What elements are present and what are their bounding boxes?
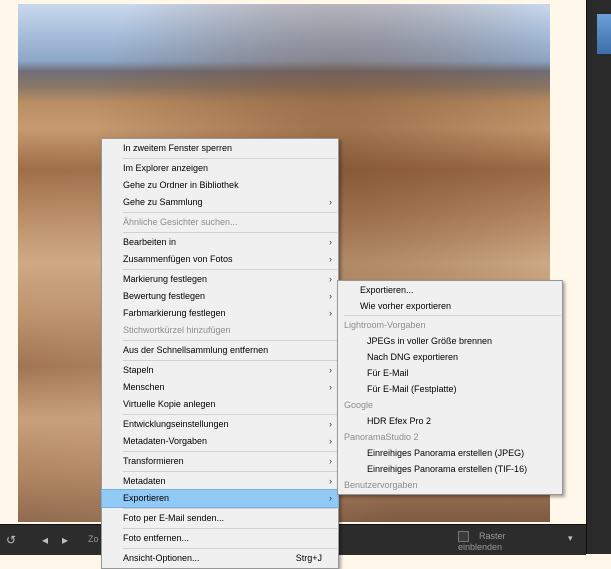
- chevron-down-icon[interactable]: ▾: [568, 533, 573, 544]
- chevron-right-icon: ›: [329, 476, 332, 486]
- menu-item-label: Gehe zu Sammlung: [123, 197, 203, 207]
- arrow-left-icon[interactable]: ◂: [42, 533, 48, 547]
- menu-item-label: Zusammenfügen von Fotos: [123, 254, 233, 264]
- menu-separator: [123, 414, 337, 415]
- submenu-group-header: Lightroom-Vorgaben: [344, 320, 426, 330]
- submenu-item[interactable]: Für E-Mail (Festplatte): [338, 381, 562, 397]
- submenu-item[interactable]: Für E-Mail: [338, 365, 562, 381]
- menu-item: Ähnliche Gesichter suchen...: [102, 214, 338, 231]
- submenu-item[interactable]: HDR Efex Pro 2: [338, 413, 562, 429]
- menu-item-label: Ansicht-Optionen...: [123, 553, 200, 563]
- menu-item[interactable]: In zweitem Fenster sperren: [102, 140, 338, 157]
- menu-item-label: Stichwortkürzel hinzufügen: [123, 325, 231, 335]
- grid-toggle[interactable]: Raster einblenden: [458, 531, 548, 552]
- chevron-right-icon: ›: [329, 419, 332, 429]
- menu-separator: [123, 451, 337, 452]
- menu-item-label: Menschen: [123, 382, 165, 392]
- submenu-item[interactable]: Einreihiges Panorama erstellen (TIF-16): [338, 461, 562, 477]
- menu-item[interactable]: Transformieren ›: [102, 453, 338, 470]
- menu-item[interactable]: Foto entfernen...: [102, 530, 338, 547]
- chevron-right-icon: ›: [329, 436, 332, 446]
- chevron-right-icon: ›: [329, 197, 332, 207]
- menu-separator: [123, 232, 337, 233]
- grid-checkbox[interactable]: [458, 531, 469, 543]
- menu-item-label: Ähnliche Gesichter suchen...: [123, 217, 238, 227]
- menu-item-label: Metadaten: [123, 476, 166, 486]
- rotate-icon[interactable]: ↺: [6, 533, 16, 547]
- chevron-right-icon: ›: [329, 456, 332, 466]
- menu-separator: [123, 360, 337, 361]
- chevron-right-icon: ›: [329, 291, 332, 301]
- submenu-item[interactable]: Exportieren...: [338, 282, 562, 298]
- chevron-right-icon: ›: [329, 493, 332, 503]
- submenu-item[interactable]: Wie vorher exportieren: [338, 298, 562, 314]
- zoom-label: Zo: [88, 534, 99, 544]
- menu-item-label: Aus der Schnellsammlung entfernen: [123, 345, 269, 355]
- menu-item-shortcut: Strg+J: [295, 553, 322, 563]
- menu-item-label: Exportieren: [123, 493, 170, 503]
- menu-item[interactable]: Bewertung festlegen ›: [102, 288, 338, 305]
- menu-separator: [123, 508, 337, 509]
- menu-item[interactable]: Farbmarkierung festlegen ›: [102, 305, 338, 322]
- menu-item[interactable]: Bearbeiten in ›: [102, 234, 338, 251]
- menu-item-label: Bearbeiten in: [123, 237, 177, 247]
- navigator-thumbnail[interactable]: [597, 14, 611, 54]
- submenu-item[interactable]: Nach DNG exportieren: [338, 349, 562, 365]
- menu-item: Stichwortkürzel hinzufügen: [102, 322, 338, 339]
- menu-item[interactable]: Metadaten ›: [102, 473, 338, 490]
- menu-item[interactable]: Zusammenfügen von Fotos ›: [102, 251, 338, 268]
- chevron-right-icon: ›: [329, 382, 332, 392]
- menu-item[interactable]: Gehe zu Sammlung ›: [102, 194, 338, 211]
- menu-item[interactable]: Menschen ›: [102, 379, 338, 396]
- menu-item-label: Markierung festlegen: [123, 274, 208, 284]
- menu-item[interactable]: Aus der Schnellsammlung entfernen: [102, 342, 338, 359]
- arrow-right-icon[interactable]: ▸: [62, 533, 68, 547]
- menu-item-label: Bewertung festlegen: [123, 291, 206, 301]
- chevron-right-icon: ›: [329, 365, 332, 375]
- menu-item-label: Foto entfernen...: [123, 533, 190, 543]
- chevron-right-icon: ›: [329, 274, 332, 284]
- menu-item-label: Stapeln: [123, 365, 154, 375]
- menu-item-label: Virtuelle Kopie anlegen: [123, 399, 216, 409]
- menu-item[interactable]: Foto per E-Mail senden...: [102, 510, 338, 527]
- menu-item[interactable]: Metadaten-Vorgaben ›: [102, 433, 338, 450]
- menu-item-label: In zweitem Fenster sperren: [123, 143, 233, 153]
- menu-item[interactable]: Virtuelle Kopie anlegen: [102, 396, 338, 413]
- menu-item-label: Entwicklungseinstellungen: [123, 419, 229, 429]
- menu-item-label: Gehe zu Ordner in Bibliothek: [123, 180, 239, 190]
- menu-item-label: Foto per E-Mail senden...: [123, 513, 225, 523]
- menu-item[interactable]: Exportieren ›: [101, 489, 339, 508]
- menu-item-label: Metadaten-Vorgaben: [123, 436, 208, 446]
- menu-item-label: Farbmarkierung festlegen: [123, 308, 226, 318]
- menu-item[interactable]: Im Explorer anzeigen: [102, 160, 338, 177]
- chevron-right-icon: ›: [329, 254, 332, 264]
- chevron-right-icon: ›: [329, 237, 332, 247]
- submenu-group-header: Google: [344, 400, 374, 410]
- menu-separator: [123, 528, 337, 529]
- right-panel: [586, 0, 611, 554]
- context-menu: In zweitem Fenster sperren Im Explorer an…: [101, 138, 339, 569]
- submenu-item[interactable]: Einreihiges Panorama erstellen (JPEG): [338, 445, 562, 461]
- menu-item[interactable]: Ansicht-Optionen... Strg+J: [102, 550, 338, 567]
- submenu-group-header: Benutzervorgaben: [344, 480, 418, 490]
- menu-item-label: Im Explorer anzeigen: [123, 163, 209, 173]
- menu-separator: [123, 471, 337, 472]
- menu-item[interactable]: Gehe zu Ordner in Bibliothek: [102, 177, 338, 194]
- menu-separator: [123, 548, 337, 549]
- menu-separator: [123, 212, 337, 213]
- menu-item[interactable]: Stapeln ›: [102, 362, 338, 379]
- menu-separator: [123, 269, 337, 270]
- menu-item[interactable]: Entwicklungseinstellungen ›: [102, 416, 338, 433]
- chevron-right-icon: ›: [329, 308, 332, 318]
- menu-separator: [123, 340, 337, 341]
- submenu-item[interactable]: JPEGs in voller Größe brennen: [338, 333, 562, 349]
- menu-separator: [344, 315, 561, 316]
- menu-separator: [123, 158, 337, 159]
- export-submenu: Exportieren... Wie vorher exportieren Ligh…: [337, 280, 563, 495]
- submenu-group-header: PanoramaStudio 2: [344, 432, 419, 442]
- menu-item-label: Transformieren: [123, 456, 184, 466]
- menu-item[interactable]: Markierung festlegen ›: [102, 271, 338, 288]
